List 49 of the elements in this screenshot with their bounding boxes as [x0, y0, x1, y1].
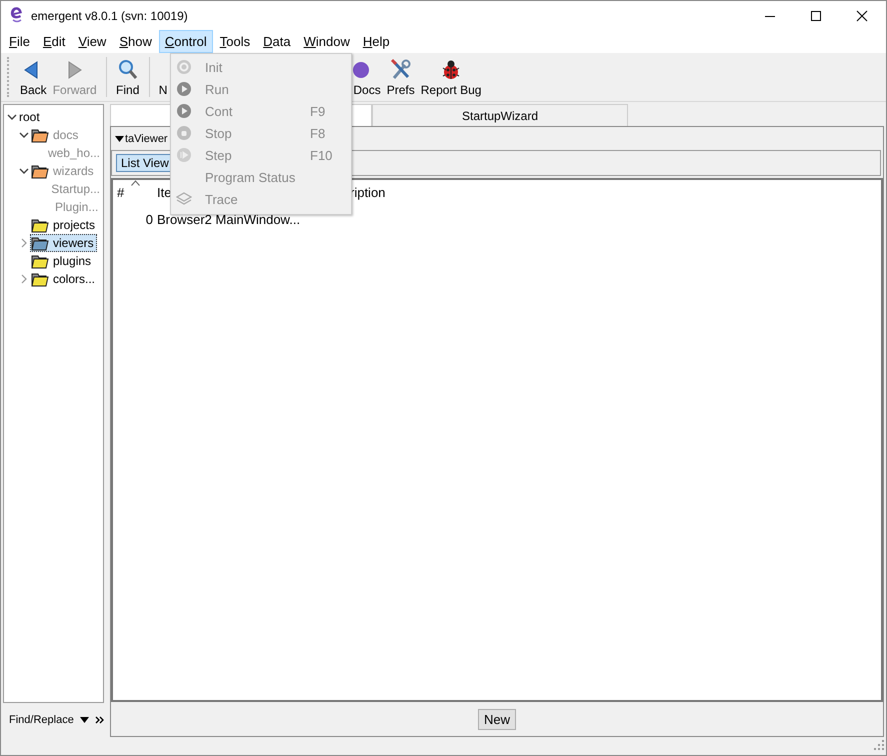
tree-item[interactable]: plugins: [53, 254, 92, 268]
tree-item[interactable]: root: [19, 110, 40, 124]
column-header[interactable]: #: [113, 184, 157, 200]
menu-item[interactable]: Show: [113, 30, 158, 53]
toolbar-button[interactable]: Report Bug: [420, 83, 482, 97]
toolbar-grip[interactable]: [7, 57, 12, 97]
toolbar-button[interactable]: Prefs: [386, 83, 415, 97]
tree-item[interactable]: colors...: [53, 272, 96, 286]
menu-item[interactable]: View: [72, 30, 112, 53]
toolbar-button[interactable]: Find: [116, 83, 140, 97]
table-cell-text: 0: [144, 212, 154, 226]
shortcut-text: F10: [310, 148, 332, 162]
shortcut-text: F9: [310, 104, 326, 118]
menu-item[interactable]: Data: [257, 30, 297, 53]
tools-icon: [388, 58, 413, 82]
dropdown-caret-icon[interactable]: [80, 717, 89, 723]
folder-icon: [31, 163, 49, 179]
folder-icon: [31, 127, 49, 143]
panel-title: taViewer: [125, 133, 168, 145]
folder-icon: [31, 235, 49, 251]
close-icon[interactable]: [856, 10, 868, 22]
app-logo-icon: [9, 5, 25, 23]
menu-item[interactable]: File: [3, 30, 36, 53]
tree-item[interactable]: projects: [53, 218, 96, 232]
menu-item[interactable]: Window: [298, 30, 356, 53]
menu-item[interactable]: Edit: [36, 30, 72, 53]
layers-icon: [176, 191, 192, 207]
toolbar-button[interactable]: N: [158, 83, 168, 97]
step-icon: [176, 147, 192, 163]
play-icon: [176, 103, 192, 119]
find-replace-label[interactable]: Find/Replace: [9, 714, 74, 726]
toolbar-button[interactable]: Back: [20, 83, 47, 97]
tab[interactable]: StartupWizard: [372, 104, 628, 126]
shortcut-text: F8: [310, 126, 326, 140]
double-chevron-icon[interactable]: [94, 716, 104, 724]
folder-icon: [31, 271, 49, 287]
collapse-triangle-icon[interactable]: [115, 136, 124, 142]
menu-item[interactable]: Tools: [214, 30, 256, 53]
window-title: emergent v8.0.1 (svn: 10019): [31, 8, 188, 22]
resize-grip-icon[interactable]: [874, 740, 884, 750]
menu-item[interactable]: Control: [158, 30, 213, 53]
sort-caret-icon[interactable]: [131, 180, 140, 186]
stop-icon: [176, 125, 192, 141]
toolbar-button[interactable]: Docs: [353, 83, 381, 97]
new-button[interactable]: New: [478, 708, 516, 730]
table-cell: Browser2 MainWindow...: [157, 212, 300, 226]
maximize-icon[interactable]: [810, 10, 822, 22]
menu-item[interactable]: Help: [356, 30, 396, 53]
play-icon: [176, 81, 192, 97]
